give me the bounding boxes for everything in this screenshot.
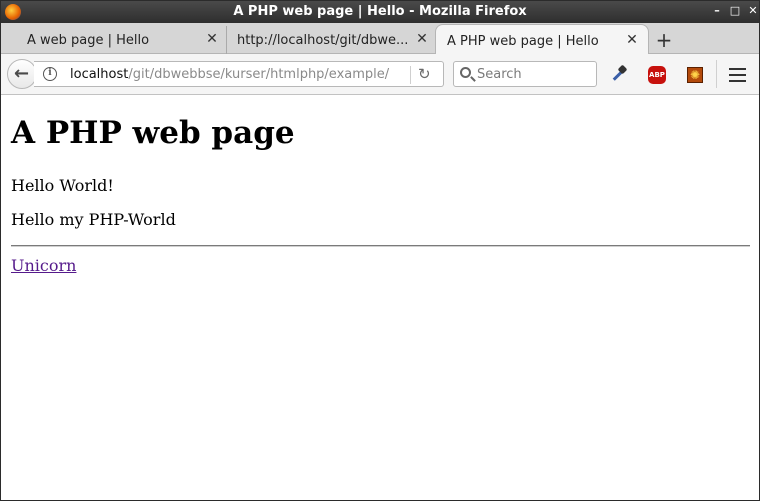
paragraph-hello-world: Hello World! bbox=[11, 176, 114, 195]
horizontal-rule bbox=[11, 245, 750, 247]
menu-bar-line bbox=[729, 68, 746, 70]
back-arrow-icon: ← bbox=[14, 63, 30, 84]
adblock-plus-icon[interactable]: ABP bbox=[647, 65, 667, 85]
url-host: localhost bbox=[70, 67, 129, 82]
navigation-toolbar: ← i localhost/git/dbwebbse/kurser/htmlph… bbox=[1, 54, 759, 95]
page-content: A PHP web page Hello World! Hello my PHP… bbox=[1, 95, 759, 500]
page-heading: A PHP web page bbox=[11, 115, 295, 151]
tab-strip: A web page | Hello ✕ http://localhost/gi… bbox=[1, 23, 759, 55]
tab-web-page-hello[interactable]: A web page | Hello ✕ bbox=[3, 26, 227, 54]
tab-localhost-url[interactable]: http://localhost/git/dbwe... ✕ bbox=[228, 26, 435, 54]
extension-glyph: ✺ bbox=[687, 67, 703, 83]
tab-label: A PHP web page | Hello bbox=[447, 34, 599, 49]
reload-icon[interactable]: ↻ bbox=[418, 65, 431, 83]
menu-bar-line bbox=[729, 80, 746, 82]
toolbar-divider bbox=[716, 60, 717, 88]
hamburger-menu-icon[interactable] bbox=[729, 68, 746, 82]
firefox-window: A PHP web page | Hello - Mozilla Firefox… bbox=[0, 0, 760, 501]
back-button[interactable]: ← bbox=[7, 59, 37, 89]
unicorn-link[interactable]: Unicorn bbox=[11, 256, 76, 275]
info-icon[interactable]: i bbox=[43, 67, 57, 81]
url-path: /git/dbwebbse/kurser/htmlphp/example/ bbox=[128, 67, 390, 82]
window-close-button[interactable]: ✕ bbox=[746, 4, 759, 18]
search-input[interactable]: Search bbox=[453, 61, 597, 87]
address-bar[interactable]: i localhost/git/dbwebbse/kurser/htmlphp/… bbox=[34, 61, 444, 87]
menu-bar-line bbox=[729, 74, 746, 76]
extension-icon[interactable]: ✺ bbox=[685, 65, 705, 85]
maximize-button[interactable]: □ bbox=[728, 4, 742, 18]
tab-label: A web page | Hello bbox=[27, 33, 150, 48]
tab-close-icon[interactable]: ✕ bbox=[204, 31, 220, 47]
eyedropper-icon[interactable] bbox=[609, 64, 629, 85]
paragraph-hello-php-world: Hello my PHP-World bbox=[11, 210, 176, 229]
tab-close-icon[interactable]: ✕ bbox=[414, 31, 430, 47]
new-tab-button[interactable]: + bbox=[654, 30, 674, 50]
tab-php-web-page-active[interactable]: A PHP web page | Hello ✕ bbox=[435, 24, 649, 55]
tab-close-icon[interactable]: ✕ bbox=[624, 32, 640, 48]
abp-badge: ABP bbox=[648, 66, 666, 84]
tab-label: http://localhost/git/dbwe... bbox=[237, 33, 409, 48]
minimize-button[interactable]: – bbox=[710, 4, 724, 18]
search-icon bbox=[460, 67, 471, 78]
url-divider bbox=[410, 66, 411, 84]
window-title: A PHP web page | Hello - Mozilla Firefox bbox=[233, 4, 527, 19]
search-placeholder: Search bbox=[477, 67, 522, 82]
url-text[interactable]: localhost/git/dbwebbse/kurser/htmlphp/ex… bbox=[70, 67, 412, 82]
title-bar: A PHP web page | Hello - Mozilla Firefox… bbox=[1, 1, 759, 23]
